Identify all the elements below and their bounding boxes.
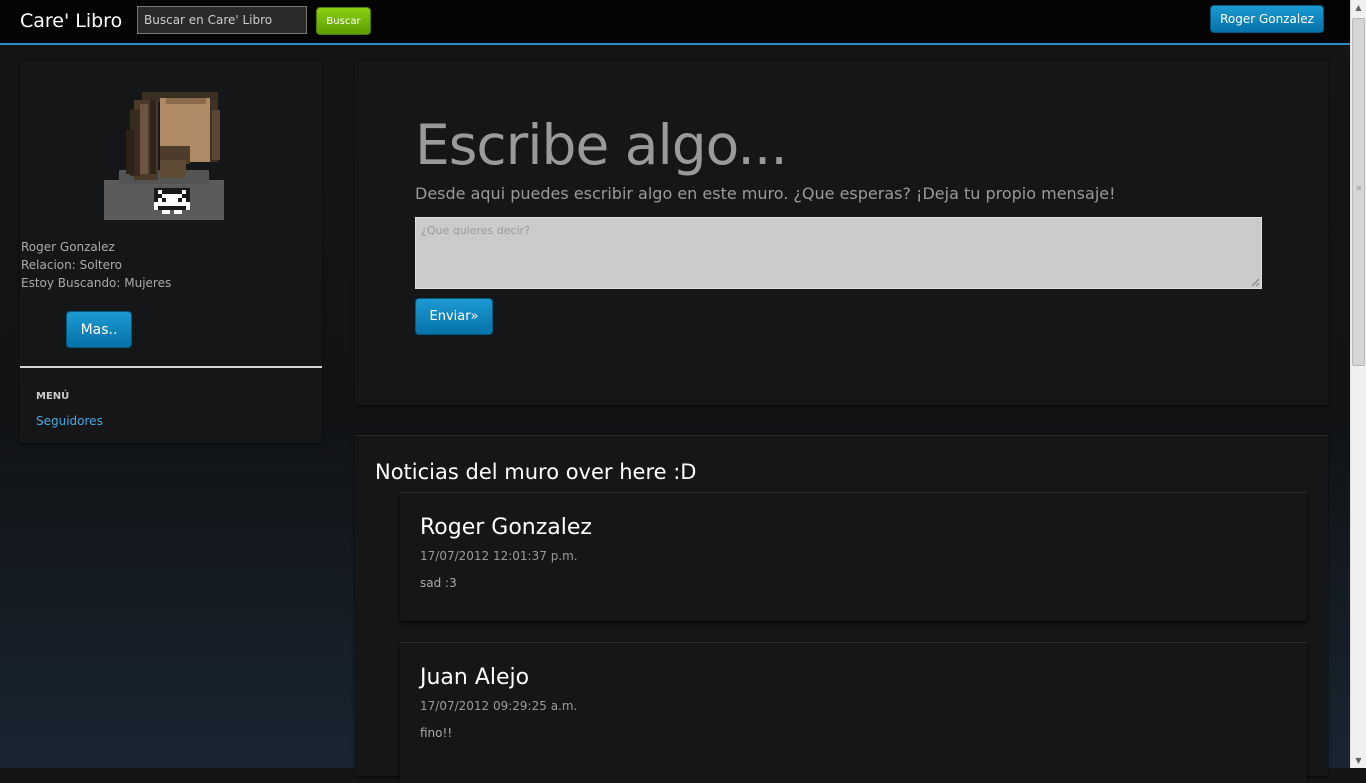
pixel-art-avatar-icon xyxy=(104,92,224,220)
post-card: Roger Gonzalez 17/07/2012 12:01:37 p.m. … xyxy=(400,492,1307,621)
post-text: sad :3 xyxy=(420,576,457,590)
feed-title: Noticias del muro over here :D xyxy=(375,460,697,484)
search-input[interactable] xyxy=(137,6,307,34)
send-button[interactable]: Enviar» xyxy=(415,298,493,335)
post-date: 17/07/2012 12:01:37 p.m. xyxy=(420,549,578,563)
wall-feed: Noticias del muro over here :D Roger Gon… xyxy=(355,435,1328,783)
composer-panel: Escribe algo... Desde aqui puedes escrib… xyxy=(355,60,1328,405)
user-menu-button[interactable]: Roger Gonzalez xyxy=(1210,5,1324,33)
composer-subtitle: Desde aqui puedes escribir algo en este … xyxy=(415,184,1116,203)
resize-grip-icon[interactable] xyxy=(1250,277,1260,287)
profile-relation: Relacion: Soltero xyxy=(21,258,122,272)
sidebar-item-seguidores[interactable]: Seguidores xyxy=(36,414,103,428)
post-text: fino!! xyxy=(420,726,453,740)
top-navbar: Care' Libro Buscar Roger Gonzalez xyxy=(0,0,1350,45)
post-author: Juan Alejo xyxy=(420,665,530,690)
profile-sidebar: Roger Gonzalez Relacion: Soltero Estoy B… xyxy=(20,60,322,443)
more-button[interactable]: Mas.. xyxy=(66,311,132,348)
profile-info: Roger Gonzalez Relacion: Soltero Estoy B… xyxy=(21,238,171,292)
scroll-grip-icon: ≡ xyxy=(1356,184,1362,192)
scroll-up-arrow-icon[interactable]: ▲ xyxy=(1351,0,1366,15)
profile-looking-for: Estoy Buscando: Mujeres xyxy=(21,276,172,290)
search-button[interactable]: Buscar xyxy=(316,7,371,35)
brand-link[interactable]: Care' Libro xyxy=(20,10,122,32)
post-card: Juan Alejo 17/07/2012 09:29:25 a.m. fino… xyxy=(400,642,1307,783)
menu-header: MENÚ xyxy=(36,391,70,402)
avatar xyxy=(104,90,224,220)
scroll-down-arrow-icon[interactable]: ▼ xyxy=(1351,753,1366,768)
post-textarea[interactable] xyxy=(415,217,1262,289)
page-scrollbar[interactable]: ▲ ≡ ▼ xyxy=(1350,0,1366,768)
composer-title: Escribe algo... xyxy=(415,113,788,177)
post-date: 17/07/2012 09:29:25 a.m. xyxy=(420,699,578,713)
post-author: Roger Gonzalez xyxy=(420,515,592,540)
sidebar-divider xyxy=(20,366,322,368)
scroll-thumb[interactable]: ≡ xyxy=(1352,18,1365,366)
profile-name: Roger Gonzalez xyxy=(21,240,115,254)
